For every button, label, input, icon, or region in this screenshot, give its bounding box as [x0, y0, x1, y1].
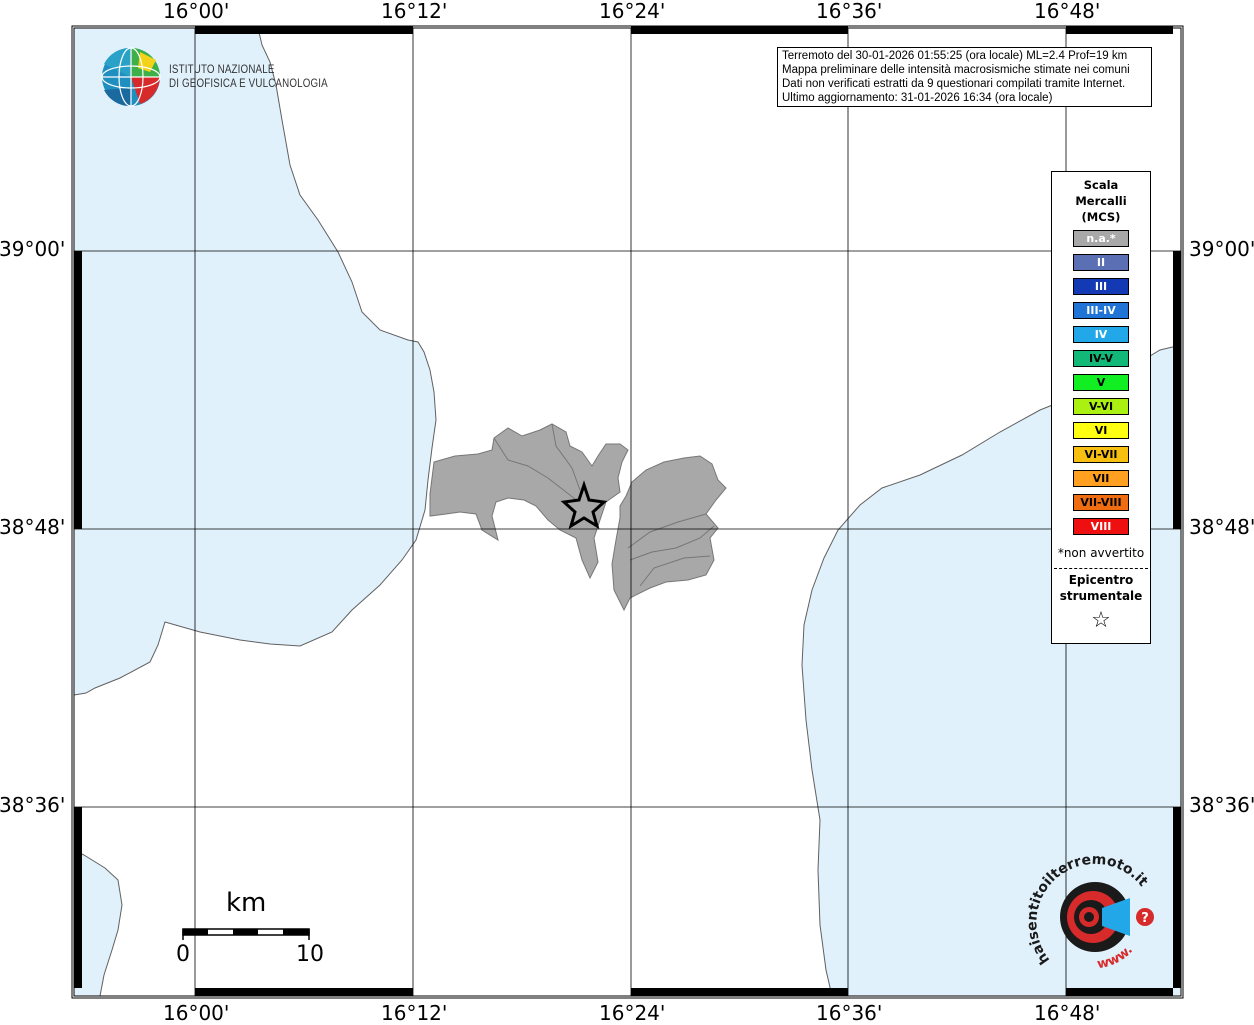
legend-item: V-VI — [1073, 398, 1129, 415]
legend-note: *non avvertito — [1057, 546, 1145, 560]
legend-item: IV-V — [1073, 350, 1129, 367]
legend-title: Scala Mercalli (MCS) — [1052, 177, 1150, 225]
legend-item: V — [1073, 374, 1129, 391]
legend-epicenter-line-2: strumentale — [1059, 589, 1143, 603]
legend-item: VII — [1073, 470, 1129, 487]
scale-max: 10 — [296, 942, 324, 967]
ingv-line-2: DI GEOFISICA E VULCANOLOGIA — [169, 78, 328, 90]
legend-item: n.a.* — [1073, 230, 1129, 247]
event-info-line-2: Mappa preliminare delle intensità macros… — [782, 64, 1130, 76]
legend-item: III-IV — [1073, 302, 1129, 319]
legend-title-line-1: Scala — [1083, 178, 1119, 192]
legend-title-line-3: (MCS) — [1081, 210, 1121, 224]
lat-label-left-2: 38°48' — [0, 515, 66, 539]
lon-label-top-5: 16°48' — [1034, 0, 1101, 23]
scale-unit: km — [226, 888, 267, 918]
ingv-line-1: ISTITUTO NAZIONALE — [169, 64, 275, 76]
lon-label-top-1: 16°00' — [163, 0, 230, 23]
event-info-line-4: Ultimo aggiornamento: 31-01-2026 16:34 (… — [782, 92, 1053, 104]
lon-label-top-2: 16°12' — [381, 0, 448, 23]
legend-divider — [1054, 568, 1148, 569]
lon-label-bottom-3: 16°24' — [599, 1001, 666, 1025]
legend-epicenter-line-1: Epicentro — [1068, 573, 1134, 587]
legend-title-line-2: Mercalli — [1075, 194, 1127, 208]
legend-item: VI — [1073, 422, 1129, 439]
svg-text:?: ? — [1141, 911, 1149, 926]
legend-item: II — [1073, 254, 1129, 271]
ingv-globe-icon — [101, 47, 161, 107]
lon-label-bottom-1: 16°00' — [163, 1001, 230, 1025]
lat-label-right-2: 38°48' — [1189, 515, 1254, 539]
lat-label-left-1: 39°00' — [0, 237, 66, 261]
lon-label-top-3: 16°24' — [599, 0, 666, 23]
lat-label-right-1: 39°00' — [1189, 237, 1254, 261]
event-info-line-1: Terremoto del 30-01-2026 01:55:25 (ora l… — [782, 50, 1128, 62]
lon-label-top-4: 16°36' — [816, 0, 883, 23]
legend-epicenter-label: Epicentro strumentale — [1052, 572, 1150, 604]
event-info-line-3: Dati non verificati estratti da 9 questi… — [782, 78, 1126, 90]
lat-label-right-3: 38°36' — [1189, 793, 1254, 817]
legend-item: VIII — [1073, 518, 1129, 535]
mcs-legend: Scala Mercalli (MCS) n.a.* II III III-IV IV I… — [1051, 171, 1151, 644]
ingv-logo-text: ISTITUTO NAZIONALE DI GEOFISICA E VULCAN… — [169, 63, 328, 91]
legend-star-icon: ☆ — [1091, 608, 1111, 633]
lon-label-bottom-5: 16°48' — [1034, 1001, 1101, 1025]
lat-label-left-3: 38°36' — [0, 793, 66, 817]
legend-item: IV — [1073, 326, 1129, 343]
event-info-box: Terremoto del 30-01-2026 01:55:25 (ora l… — [777, 47, 1152, 107]
legend-item: VI-VII — [1073, 446, 1129, 463]
lon-label-bottom-2: 16°12' — [381, 1001, 448, 1025]
lon-label-bottom-4: 16°36' — [816, 1001, 883, 1025]
scale-min: 0 — [176, 942, 190, 967]
legend-item: VII-VIII — [1073, 494, 1129, 511]
legend-item: III — [1073, 278, 1129, 295]
